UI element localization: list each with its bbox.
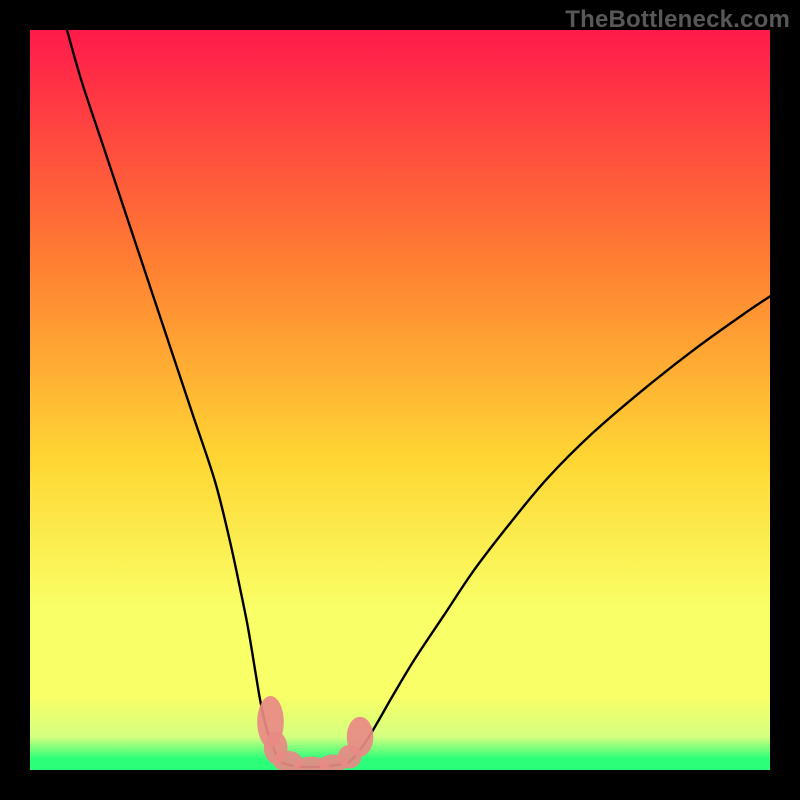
gradient-background [30,30,770,770]
chart-frame: TheBottleneck.com [0,0,800,800]
plot-svg [30,30,770,770]
trough-marker [347,717,374,757]
plot-area [30,30,770,770]
